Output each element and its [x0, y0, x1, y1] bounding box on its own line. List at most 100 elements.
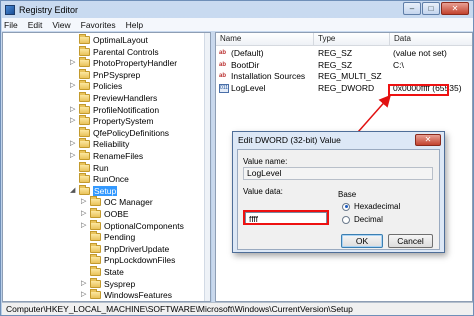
caption-buttons: – □ ✕: [403, 2, 469, 15]
tree-item[interactable]: PnpLockdownFiles: [81, 254, 175, 266]
tree-item[interactable]: ▷ PhotoPropertyHandler: [70, 57, 177, 69]
expand-arrow-icon[interactable]: ▷: [81, 198, 87, 206]
value-row[interactable]: ab Installation Sources REG_MULTI_SZ: [216, 71, 472, 82]
expand-arrow-icon[interactable]: [81, 256, 87, 264]
tree-item[interactable]: PnpDriverUpdate: [81, 242, 169, 255]
folder-icon: [90, 208, 101, 218]
expand-arrow-icon[interactable]: ▷: [81, 291, 87, 299]
tree-item[interactable]: Run: [70, 161, 109, 174]
tree-item[interactable]: RunOnce: [70, 173, 129, 185]
expand-arrow-icon[interactable]: ▷: [81, 280, 87, 288]
column-name-header[interactable]: Name: [216, 33, 314, 46]
tree-item-label: PhotoPropertyHandler: [93, 58, 178, 69]
tree-item-label: OptionalComponents: [104, 220, 184, 231]
tree-item-label: OC Manager: [104, 197, 153, 208]
decimal-radio[interactable]: [342, 215, 350, 224]
expand-arrow-icon[interactable]: [70, 175, 76, 183]
expand-arrow-icon[interactable]: [81, 233, 87, 241]
tree-item[interactable]: ▷ Sysprep: [81, 277, 136, 290]
tree-item-label: Policies: [93, 81, 123, 92]
value-name: Installation Sources: [231, 71, 306, 81]
expand-arrow-icon[interactable]: [70, 94, 76, 102]
tree-scrollbar[interactable]: [204, 33, 210, 301]
folder-icon: [79, 184, 90, 195]
decimal-option[interactable]: Decimal: [342, 215, 383, 224]
tree-item-label: QfePolicyDefinitions: [93, 127, 170, 138]
tree-item[interactable]: PnPSysprep: [70, 68, 140, 81]
base-groupbox: Base Hexadecimal Decimal: [338, 190, 432, 230]
folder-icon: [79, 103, 90, 114]
column-data-header[interactable]: Data: [390, 33, 472, 46]
folder-icon: [79, 115, 90, 126]
folder-icon: [79, 92, 90, 102]
tree-item[interactable]: State: [81, 266, 124, 278]
tree-item[interactable]: PreviewHandlers: [70, 92, 157, 104]
tree-item[interactable]: ▷ OOBE: [81, 208, 129, 220]
menu-view[interactable]: View: [52, 20, 70, 30]
value-row[interactable]: ab (Default) REG_SZ (value not set): [216, 48, 472, 59]
expand-arrow-icon[interactable]: ▷: [81, 222, 87, 230]
tree-item[interactable]: Pending: [81, 231, 135, 243]
ok-button[interactable]: OK: [341, 234, 383, 248]
expand-arrow-icon[interactable]: [70, 71, 76, 79]
expand-arrow-icon[interactable]: [81, 245, 87, 253]
expand-arrow-icon[interactable]: [70, 164, 76, 172]
expand-arrow-icon[interactable]: [70, 129, 76, 137]
tree-item[interactable]: ▷ RenameFiles: [70, 150, 143, 162]
value-type: REG_SZ: [318, 48, 353, 58]
hexadecimal-radio[interactable]: [342, 202, 350, 211]
expand-arrow-icon[interactable]: ▷: [70, 59, 76, 67]
menu-file[interactable]: File: [4, 20, 18, 30]
expand-arrow-icon[interactable]: ▷: [70, 152, 76, 160]
expand-arrow-icon[interactable]: ▷: [70, 117, 76, 125]
maximize-button[interactable]: □: [422, 2, 440, 15]
tree-item[interactable]: ◢ Setup: [70, 184, 118, 197]
hexadecimal-option[interactable]: Hexadecimal: [342, 202, 400, 211]
expand-arrow-icon[interactable]: ▷: [70, 106, 76, 114]
folder-icon: [79, 161, 90, 172]
folder-icon: [79, 34, 90, 44]
tree-item[interactable]: ▷ Policies: [70, 80, 122, 92]
tree-item[interactable]: ▷ OptionalComponents: [81, 219, 184, 232]
tree-item[interactable]: ▷ OC Manager: [81, 196, 153, 208]
folder-icon: [90, 254, 101, 265]
dialog-close-button[interactable]: ✕: [415, 134, 441, 146]
menu-bar: File Edit View Favorites Help: [2, 18, 473, 31]
expand-arrow-icon[interactable]: ▷: [70, 140, 76, 148]
value-row[interactable]: ab BootDir REG_SZ C:\: [216, 60, 472, 71]
tree-item[interactable]: OptimalLayout: [70, 34, 148, 46]
expand-arrow-icon[interactable]: [70, 48, 76, 56]
window-title: Registry Editor: [19, 4, 79, 15]
cancel-button[interactable]: Cancel: [388, 234, 433, 248]
tree-item[interactable]: ▷ PropertySystem: [70, 115, 153, 127]
dword-value-icon: 011: [219, 83, 229, 93]
expand-arrow-icon[interactable]: [81, 268, 87, 276]
tree-item[interactable]: ▷ Reliability: [70, 138, 129, 150]
close-button[interactable]: ✕: [441, 2, 469, 15]
tree-item[interactable]: QfePolicyDefinitions: [70, 126, 170, 139]
tree-item[interactable]: Parental Controls: [70, 45, 159, 58]
menu-favorites[interactable]: Favorites: [81, 20, 116, 30]
tree-item-label: Parental Controls: [93, 46, 159, 57]
tree-item-label: RunOnce: [93, 174, 129, 185]
expand-arrow-icon[interactable]: ▷: [70, 82, 76, 90]
tree-item[interactable]: ▷ WindowsFeatures: [81, 289, 172, 301]
tree-item-label: Run: [93, 162, 109, 173]
menu-edit[interactable]: Edit: [28, 20, 43, 30]
expand-arrow-icon[interactable]: [70, 36, 76, 44]
expand-arrow-icon[interactable]: ◢: [70, 187, 76, 195]
loglevel-data-highlight: [388, 84, 449, 96]
minimize-button[interactable]: –: [403, 2, 421, 15]
folder-icon: [90, 277, 101, 288]
folder-icon: [79, 138, 90, 149]
registry-key-tree[interactable]: OptimalLayout Parental Controls ▷ PhotoProp…: [2, 32, 211, 302]
menu-help[interactable]: Help: [126, 20, 143, 30]
tree-item[interactable]: ▷ ProfileNotification: [70, 103, 159, 116]
tree-item-label: Sysprep: [104, 278, 136, 289]
folder-icon: [90, 242, 101, 253]
tree-item-label: PnpLockdownFiles: [104, 255, 176, 266]
column-type-header[interactable]: Type: [314, 33, 390, 46]
expand-arrow-icon[interactable]: ▷: [81, 210, 87, 218]
tree-item-label: OptimalLayout: [93, 35, 148, 45]
value-name: (Default): [231, 48, 264, 58]
